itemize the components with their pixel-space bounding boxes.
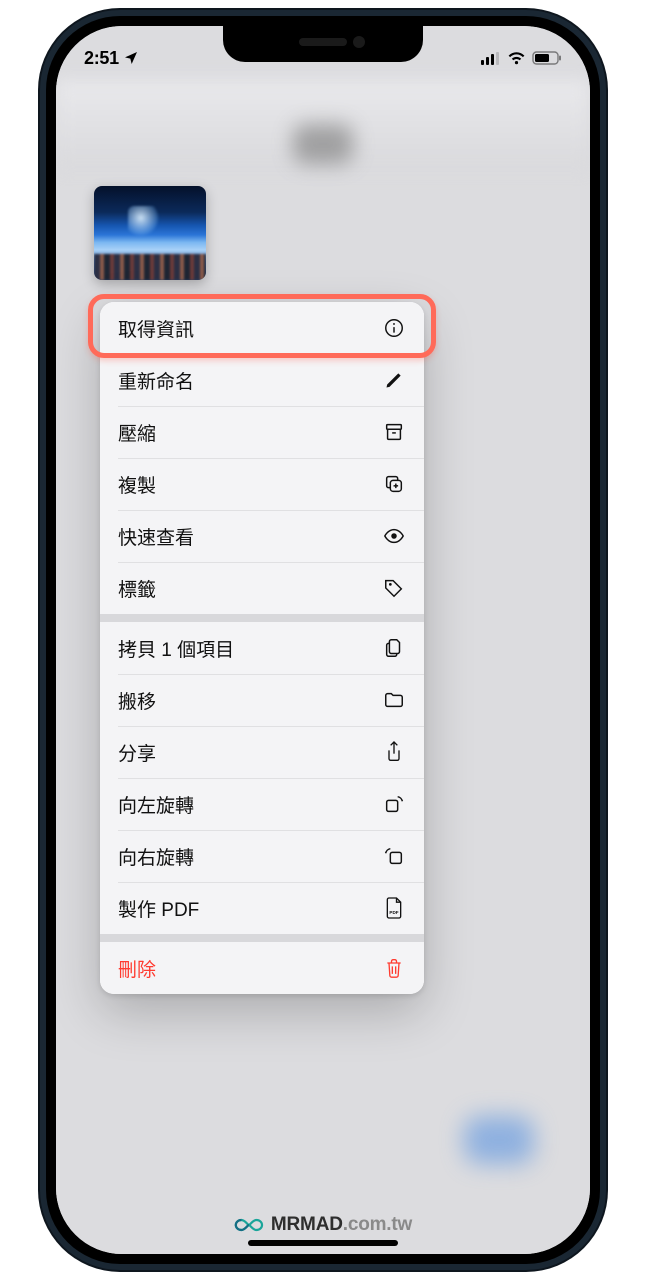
status-time: 2:51 [84,48,119,69]
menu-item-duplicate[interactable]: 複製 [100,458,424,510]
watermark-domain: .com.tw [343,1214,412,1235]
menu-item-get-info[interactable]: 取得資訊 [100,302,424,354]
pencil-icon [382,368,406,392]
folder-icon [382,688,406,712]
trash-icon [382,956,406,980]
home-indicator[interactable] [248,1240,398,1246]
svg-text:PDF: PDF [389,910,398,915]
menu-item-label: 取得資訊 [118,315,194,342]
battery-icon [532,51,562,65]
menu-item-label: 向右旋轉 [118,843,194,870]
wifi-icon [507,51,526,65]
menu-item-quick-look[interactable]: 快速查看 [100,510,424,562]
location-arrow-icon [123,50,139,66]
rotate-left-icon [382,792,406,816]
watermark-brand: MRMAD [271,1214,343,1235]
duplicate-plus-icon [382,472,406,496]
info-circle-icon [382,316,406,340]
menu-item-label: 快速查看 [118,523,194,550]
status-left: 2:51 [84,48,139,69]
context-menu: 取得資訊 重新命名 [100,302,424,994]
menu-group-3: 刪除 [100,942,424,994]
menu-item-label: 壓縮 [118,419,156,446]
status-right [481,51,562,65]
menu-item-compress[interactable]: 壓縮 [100,406,424,458]
menu-item-label: 分享 [118,739,156,766]
watermark: MRMAD.com.tw [234,1214,412,1236]
menu-item-label: 標籤 [118,575,156,602]
menu-item-label: 重新命名 [118,367,194,394]
screen: 2:51 [56,26,590,1254]
menu-item-copy[interactable]: 拷貝 1 個項目 [100,622,424,674]
menu-separator [100,934,424,942]
menu-item-label: 製作 PDF [118,895,199,922]
rotate-right-icon [382,844,406,868]
two-docs-icon [382,636,406,660]
menu-group-1: 取得資訊 重新命名 [100,302,424,614]
menu-separator [100,614,424,622]
infinity-logo-icon [234,1215,264,1235]
menu-item-share[interactable]: 分享 [100,726,424,778]
menu-item-label: 刪除 [118,955,156,982]
blurred-title [293,124,353,164]
share-up-icon [382,740,406,764]
blurred-item [464,1116,534,1164]
menu-item-label: 搬移 [118,687,156,714]
menu-item-rotate-right[interactable]: 向右旋轉 [100,830,424,882]
iphone-frame: 2:51 [40,10,606,1270]
menu-item-label: 複製 [118,471,156,498]
archive-box-icon [382,420,406,444]
menu-item-label: 拷貝 1 個項目 [118,635,234,662]
pdf-doc-icon: PDF [382,896,406,920]
menu-item-move[interactable]: 搬移 [100,674,424,726]
file-thumbnail[interactable] [94,186,206,280]
menu-item-delete[interactable]: 刪除 [100,942,424,994]
menu-item-rotate-left[interactable]: 向左旋轉 [100,778,424,830]
menu-item-make-pdf[interactable]: 製作 PDF PDF [100,882,424,934]
eye-icon [382,524,406,548]
cellular-signal-icon [481,52,501,65]
tag-icon [382,576,406,600]
menu-group-2: 拷貝 1 個項目 搬移 [100,622,424,934]
menu-item-label: 向左旋轉 [118,791,194,818]
menu-item-tags[interactable]: 標籤 [100,562,424,614]
notch [223,26,423,62]
menu-item-rename[interactable]: 重新命名 [100,354,424,406]
